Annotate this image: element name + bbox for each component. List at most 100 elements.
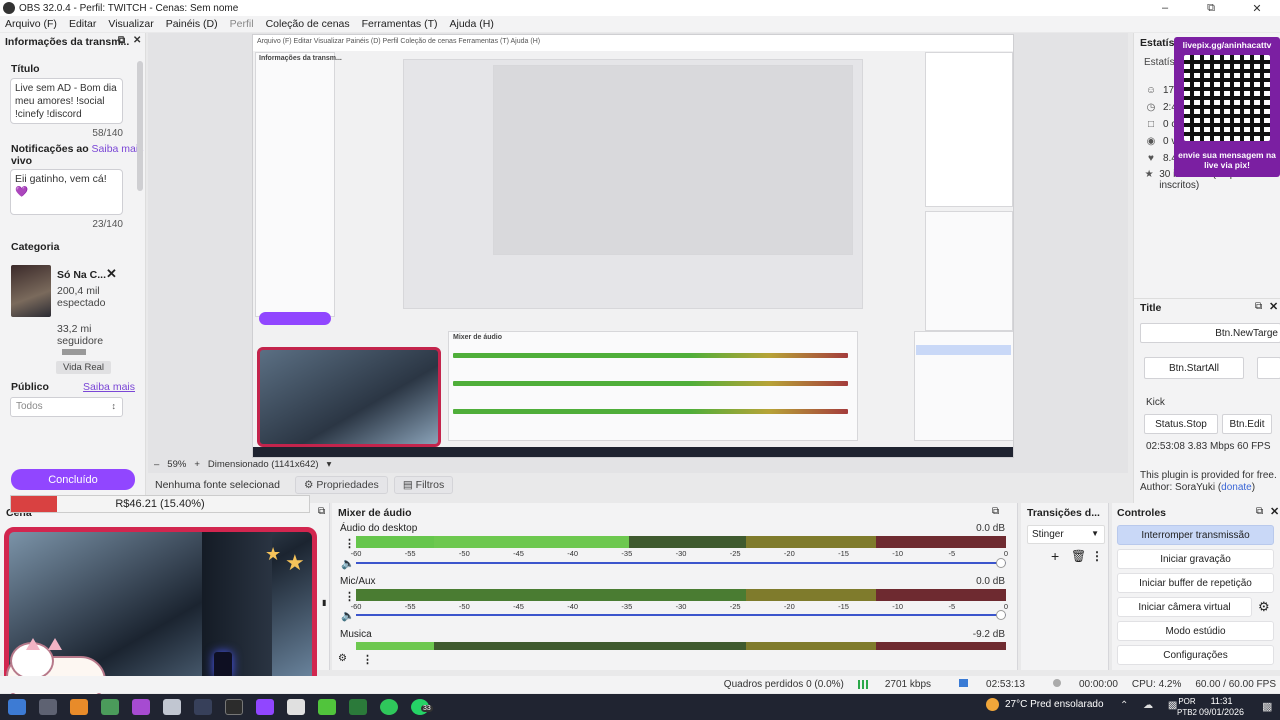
speaker-icon[interactable]: 🔈 <box>341 557 355 570</box>
title-label: Título <box>11 63 40 75</box>
obs-icon[interactable] <box>225 699 243 715</box>
nested-meter <box>453 381 848 386</box>
stop-streaming-button[interactable]: Interromper transmissão <box>1117 525 1274 545</box>
menu-perfil[interactable]: Perfil <box>230 18 254 30</box>
fps: 60.00 / 60.00 FPS <box>1195 679 1276 690</box>
notification-input[interactable]: Eii gatinho, vem cá! 💜 <box>10 169 123 215</box>
start-icon[interactable] <box>8 699 26 715</box>
audience-help-link[interactable]: Saiba mais <box>83 381 135 393</box>
audio-meter <box>356 536 1006 548</box>
meter-tick: -30 <box>675 549 687 558</box>
scrollbar[interactable]: ▮ <box>322 598 326 607</box>
donate-link[interactable]: donate <box>1221 482 1252 493</box>
app-icon[interactable] <box>318 699 336 715</box>
meter-tick: -40 <box>567 602 579 611</box>
weather-widget[interactable]: 27°C Pred ensolarado <box>986 698 1104 711</box>
notification-help-link[interactable]: Saiba mais <box>92 143 144 155</box>
filters-button[interactable]: ▤ Filtros <box>393 476 454 494</box>
no-source-label: Nenhuma fonte selecionad <box>155 479 280 491</box>
clock[interactable]: 11:31 09/01/2026 <box>1199 696 1244 718</box>
eye-icon: ◉ <box>1146 136 1156 147</box>
audience-select[interactable]: Todos ↕ <box>10 397 123 417</box>
zoom-out-icon[interactable]: – <box>154 459 159 470</box>
chevron-down-icon[interactable]: ▾ <box>327 459 332 470</box>
volume-slider[interactable] <box>356 610 1006 620</box>
preview-canvas[interactable]: Arquivo (F) Editar Visualizar Painéis (D… <box>148 33 1128 473</box>
close-icon[interactable]: ✕ <box>1269 300 1278 313</box>
stat-views: ◉ 0 v <box>1144 136 1177 147</box>
cpu-usage: CPU: 4.2% <box>1131 679 1182 690</box>
nested-obs-capture: Arquivo (F) Editar Visualizar Painéis (D… <box>252 34 1014 458</box>
stat-followers: ♥ 8.4 <box>1144 153 1177 164</box>
restore-icon[interactable]: ⧉ <box>1188 0 1234 16</box>
dock-title: Informações da transm... <box>5 36 130 48</box>
menu-paineis[interactable]: Painéis (D) <box>166 18 218 30</box>
minimize-icon[interactable]: – <box>1142 0 1188 16</box>
replay-buffer-button[interactable]: Iniciar buffer de repetição <box>1117 573 1274 593</box>
more-icon[interactable]: ⋮ <box>1091 549 1103 563</box>
close-icon[interactable]: ✕ <box>133 35 141 46</box>
settings-icon[interactable] <box>287 699 305 715</box>
status-stop-button[interactable]: Status.Stop <box>1144 414 1218 434</box>
twitch-icon[interactable] <box>256 699 274 715</box>
volume-slider[interactable] <box>356 558 1006 568</box>
gear-icon[interactable]: ⚙ <box>1258 599 1270 615</box>
advanced-audio-icon[interactable]: ⚙ <box>338 653 347 664</box>
app-icon[interactable] <box>132 699 150 715</box>
properties-button[interactable]: ⚙ Propriedades <box>295 476 388 494</box>
whatsapp-icon[interactable]: 33 <box>411 699 433 715</box>
float-icon[interactable]: ⧉ <box>1256 506 1263 517</box>
virtual-camera-button[interactable]: Iniciar câmera virtual <box>1117 597 1252 617</box>
float-icon[interactable]: ⧉ <box>318 506 325 517</box>
menu-colecao-cenas[interactable]: Coleção de cenas <box>266 18 350 30</box>
scale-dropdown[interactable]: Dimensionado (1141x642) <box>208 459 319 470</box>
add-icon[interactable]: + <box>1051 548 1059 564</box>
float-icon[interactable]: ⧉ <box>992 506 999 517</box>
app-icon[interactable] <box>101 699 119 715</box>
search-icon[interactable] <box>39 699 57 715</box>
done-button[interactable]: Concluído <box>11 469 135 490</box>
menu-visualizar[interactable]: Visualizar <box>108 18 153 30</box>
extra-button[interactable] <box>1257 357 1280 379</box>
trash-icon[interactable]: 🗑 <box>1071 549 1086 563</box>
meter-tick: -30 <box>675 602 687 611</box>
app-icon[interactable] <box>194 699 212 715</box>
edit-button[interactable]: Btn.Edit <box>1222 414 1272 434</box>
start-all-button[interactable]: Btn.StartAll <box>1144 357 1244 379</box>
menu-editar[interactable]: Editar <box>69 18 96 30</box>
app-icon[interactable] <box>70 699 88 715</box>
settings-button[interactable]: Configurações <box>1117 645 1274 665</box>
app-icon[interactable] <box>349 699 367 715</box>
zoom-in-icon[interactable]: + <box>194 459 200 470</box>
windows-taskbar: 33 27°C Pred ensolarado ⌃ ☁ ▩ POR PTB2 11… <box>0 694 1280 720</box>
more-icon[interactable]: ⋮ <box>362 653 373 666</box>
system-tray[interactable]: ⌃ ☁ ▩ <box>1120 700 1183 711</box>
donation-goal-bar: R$46.21 (15.40%) <box>10 495 310 513</box>
language-indicator[interactable]: POR PTB2 <box>1177 696 1197 718</box>
close-icon[interactable]: ✕ <box>1234 0 1280 16</box>
float-icon[interactable]: ⧉ <box>1255 301 1262 312</box>
new-target-button[interactable]: Btn.NewTarge <box>1140 323 1280 343</box>
record-time: 00:00:00 <box>1039 679 1118 690</box>
menu-ferramentas[interactable]: Ferramentas (T) <box>362 18 438 30</box>
menu-ajuda[interactable]: Ajuda (H) <box>449 18 493 30</box>
scrollbar[interactable] <box>137 61 143 191</box>
spotify-icon[interactable] <box>380 699 398 715</box>
remove-category-icon[interactable]: ✕ <box>106 266 117 282</box>
title-input[interactable]: Live sem AD - Bom dia meu amores! !socia… <box>10 78 123 124</box>
nested-left-dock <box>255 52 335 317</box>
transition-select[interactable]: Stinger ▼ <box>1027 525 1105 544</box>
close-icon[interactable]: ✕ <box>1270 505 1279 518</box>
speaker-icon[interactable]: 🔈 <box>341 609 355 622</box>
notification-badge: 33 <box>421 705 433 712</box>
notifications-icon[interactable]: ▩ <box>1262 700 1272 713</box>
category-viewers: 200,4 mil <box>57 285 100 297</box>
category-scroll[interactable] <box>62 349 86 355</box>
controls-title: Controles <box>1117 507 1167 519</box>
meter-tick: -5 <box>948 549 956 558</box>
studio-mode-button[interactable]: Modo estúdio <box>1117 621 1274 641</box>
menu-arquivo[interactable]: Arquivo (F) <box>5 18 57 30</box>
start-recording-button[interactable]: Iniciar gravação <box>1117 549 1274 569</box>
app-icon[interactable] <box>163 699 181 715</box>
float-icon[interactable]: ⧉ <box>118 35 125 46</box>
